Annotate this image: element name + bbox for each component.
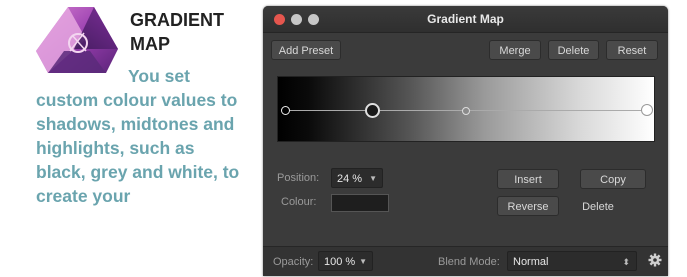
- blend-mode-label: Blend Mode:: [438, 256, 500, 268]
- delete-stop-button[interactable]: Delete: [568, 196, 628, 216]
- opacity-label: Opacity:: [273, 256, 314, 268]
- merge-button[interactable]: Merge: [489, 40, 541, 60]
- updown-chevron-icon: ⬍: [622, 257, 630, 267]
- reverse-button[interactable]: Reverse: [497, 196, 559, 216]
- copy-stop-button[interactable]: Copy: [580, 169, 646, 189]
- add-preset-button[interactable]: Add Preset: [271, 40, 341, 60]
- chevron-down-icon[interactable]: ▼: [359, 252, 367, 272]
- gear-icon[interactable]: [647, 250, 663, 270]
- title-bar[interactable]: Gradient Map: [263, 6, 668, 33]
- position-label: Position:: [277, 172, 320, 184]
- opacity-field[interactable]: 100 % ▼: [318, 251, 373, 271]
- position-field[interactable]: 24 % ▼: [331, 168, 383, 188]
- gradient-stop-grey[interactable]: [462, 107, 470, 115]
- gradient-stop-selected[interactable]: [365, 103, 380, 118]
- gradient-stop-white[interactable]: [641, 104, 653, 116]
- article-title: GRADIENT MAP: [130, 10, 224, 54]
- reset-button[interactable]: Reset: [606, 40, 658, 60]
- opacity-value: 100 %: [324, 256, 356, 268]
- delete-preset-button[interactable]: Delete: [548, 40, 599, 60]
- insert-stop-button[interactable]: Insert: [497, 169, 559, 189]
- window-title: Gradient Map: [427, 12, 504, 26]
- position-value: 24 %: [337, 173, 363, 185]
- gradient-map-dialog: Gradient Map Add Preset Merge Delete Res…: [263, 6, 668, 276]
- gradient-stop-black[interactable]: [281, 106, 290, 115]
- article-body: You set custom colour values to shadows,…: [36, 66, 240, 206]
- chevron-down-icon[interactable]: ▼: [369, 169, 377, 189]
- colour-swatch[interactable]: [331, 194, 389, 212]
- blend-mode-select[interactable]: Normal ⬍: [507, 251, 637, 271]
- colour-label: Colour:: [281, 196, 317, 208]
- article-column: GRADIENT MAP You set custom colour value…: [0, 0, 250, 277]
- blend-mode-value: Normal: [513, 256, 549, 268]
